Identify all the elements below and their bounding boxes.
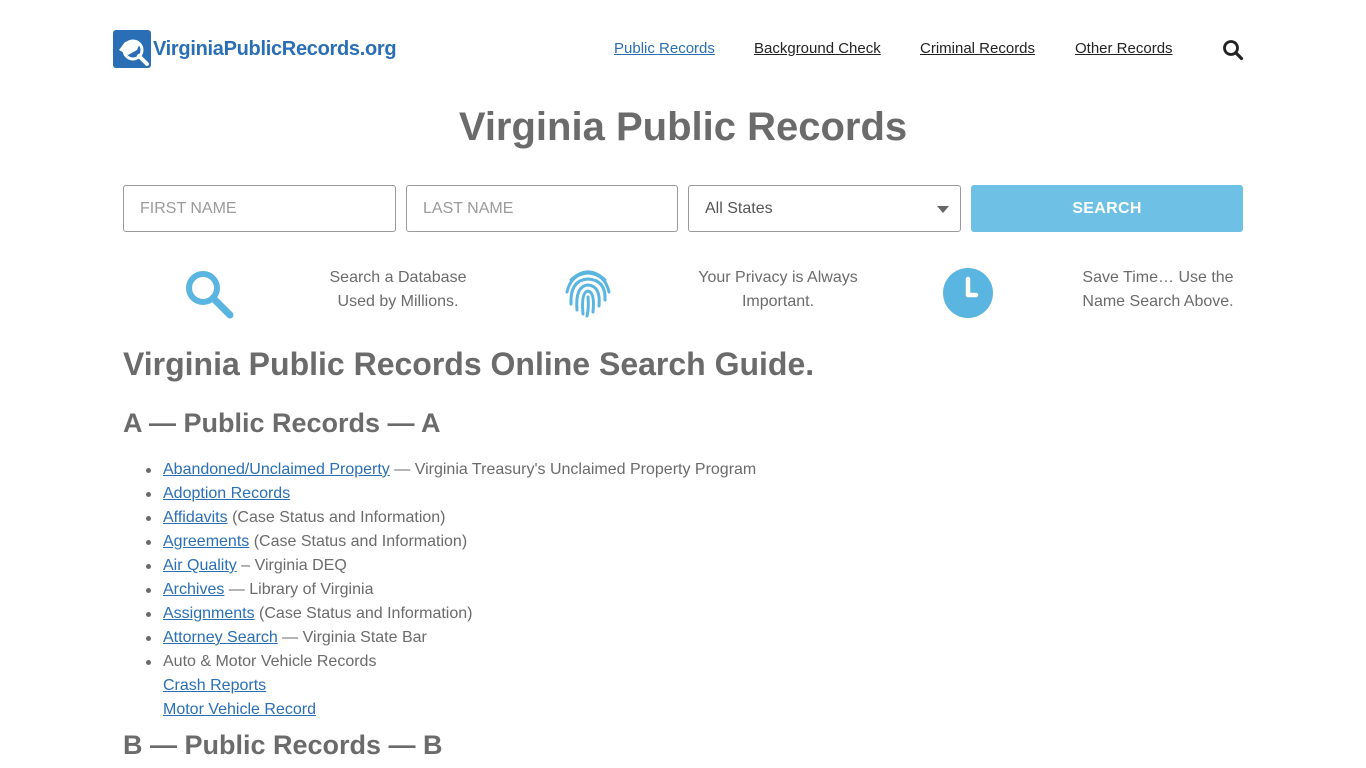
list-item: Adoption Records	[145, 482, 756, 506]
sub-list-item: Motor Vehicle Record	[163, 698, 756, 722]
logo-text: VirginiaPublicRecords.org	[153, 37, 397, 60]
record-link[interactable]: Abandoned/Unclaimed Property	[163, 461, 390, 478]
state-select[interactable]: All States	[688, 185, 961, 232]
section-a-heading: A — Public Records — A	[123, 408, 441, 438]
feature-time-text: Save Time… Use the Name Search Above.	[1048, 266, 1268, 314]
list-item: Auto & Motor Vehicle Records	[145, 650, 756, 674]
record-note: (Case Status and Information)	[254, 605, 473, 622]
site-header: VirginiaPublicRecords.org Public Records…	[0, 0, 1366, 100]
feature-line: Search a Database	[329, 269, 467, 286]
feature-search-text: Search a Database Used by Millions.	[288, 266, 508, 314]
search-icon[interactable]	[1222, 39, 1244, 61]
search-icon	[181, 266, 235, 320]
feature-line: Save Time… Use the	[1082, 269, 1234, 286]
page-title: Virginia Public Records	[458, 105, 908, 149]
record-note: — Virginia Treasury's Unclaimed Property…	[389, 461, 757, 478]
clock-icon	[941, 266, 995, 320]
record-link[interactable]: Agreements	[163, 533, 249, 550]
feature-line: Important.	[741, 293, 815, 310]
list-item: Affidavits (Case Status and Information)	[145, 506, 756, 530]
sub-list-item: Crash Reports	[163, 674, 756, 698]
record-link[interactable]: Attorney Search	[163, 629, 278, 646]
record-note: Auto & Motor Vehicle Records	[163, 653, 377, 670]
section-b-heading: B — Public Records — B	[123, 730, 443, 760]
records-list-a: Abandoned/Unclaimed Property — Virginia …	[145, 458, 757, 722]
nav-public-records[interactable]: Public Records	[614, 40, 715, 57]
list-item: Archives — Library of Virginia	[145, 578, 756, 602]
state-select-value: All States	[705, 199, 773, 217]
nav-criminal-records[interactable]: Criminal Records	[920, 40, 1035, 57]
record-note: — Virginia State Bar	[277, 629, 427, 646]
list-item: Abandoned/Unclaimed Property — Virginia …	[145, 458, 757, 482]
feature-line: Your Privacy is Always	[698, 269, 858, 286]
record-link[interactable]: Adoption Records	[163, 485, 290, 502]
record-note: — Library of Virginia	[224, 581, 374, 598]
list-item: Attorney Search — Virginia State Bar	[145, 626, 756, 650]
nav-background-check[interactable]: Background Check	[754, 40, 881, 57]
record-note: (Case Status and Information)	[227, 509, 446, 526]
fingerprint-icon	[561, 266, 615, 320]
list-item: Agreements (Case Status and Information)	[145, 530, 756, 554]
record-note: (Case Status and Information)	[249, 533, 468, 550]
feature-privacy-text: Your Privacy is Always Important.	[668, 266, 888, 314]
list-item: Air Quality – Virginia DEQ	[145, 554, 756, 578]
last-name-input[interactable]	[406, 185, 678, 232]
dropdown-arrow-icon	[937, 206, 949, 213]
record-note: – Virginia DEQ	[236, 557, 347, 574]
motor-vehicle-record-link[interactable]: Motor Vehicle Record	[163, 701, 316, 718]
list-item: Assignments (Case Status and Information…	[145, 602, 756, 626]
site-logo[interactable]: VirginiaPublicRecords.org	[113, 30, 397, 68]
guide-title: Virginia Public Records Online Search Gu…	[123, 346, 815, 382]
record-link[interactable]: Assignments	[163, 605, 255, 622]
search-button[interactable]: SEARCH	[971, 185, 1243, 232]
record-link[interactable]: Affidavits	[163, 509, 228, 526]
feature-line: Name Search Above.	[1082, 293, 1234, 310]
first-name-input[interactable]	[123, 185, 396, 232]
logo-magnifier-icon	[113, 30, 151, 68]
nav-other-records[interactable]: Other Records	[1075, 40, 1173, 57]
record-link[interactable]: Archives	[163, 581, 224, 598]
record-link[interactable]: Air Quality	[163, 557, 237, 574]
feature-line: Used by Millions.	[337, 293, 459, 310]
crash-reports-link[interactable]: Crash Reports	[163, 677, 266, 694]
